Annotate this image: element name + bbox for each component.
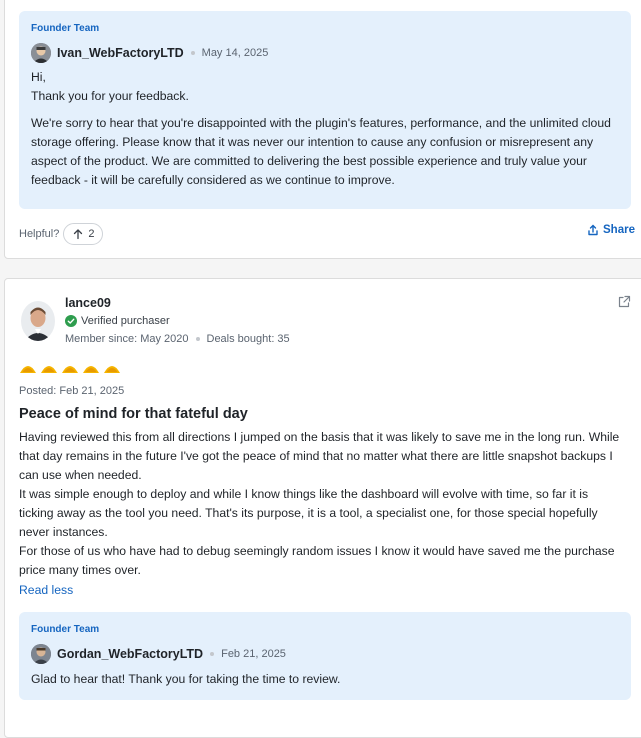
review-card-2: lance09 Verified purchaser Member since:… <box>4 278 641 738</box>
separator-dot <box>210 652 215 656</box>
external-link-icon[interactable] <box>618 295 631 313</box>
share-icon <box>588 224 598 236</box>
separator-dot <box>195 337 200 341</box>
taco-rating-icon <box>62 366 78 373</box>
posted-date: Posted: Feb 21, 2025 <box>19 385 125 397</box>
verified-label: Verified purchaser <box>81 315 170 327</box>
member-meta: Member since: May 2020 Deals bought: 35 <box>65 333 290 345</box>
avatar <box>31 43 51 63</box>
review-paragraph: It was simple enough to deploy and while… <box>19 487 598 539</box>
taco-rating-icon <box>104 366 120 373</box>
founder-team-badge: Founder Team <box>31 23 100 34</box>
founder-team-badge: Founder Team <box>31 624 100 635</box>
reply-author-row: Gordan_WebFactoryLTD Feb 21, 2025 <box>31 644 286 664</box>
verified-purchaser: Verified purchaser <box>65 315 170 327</box>
helpful-label: Helpful? <box>19 228 60 240</box>
review-card-1: Founder Team Ivan_WebFactoryLTD May 14, … <box>4 0 641 259</box>
reply-author-row: Ivan_WebFactoryLTD May 14, 2025 <box>31 43 268 63</box>
read-less-link[interactable]: Read less <box>19 583 73 597</box>
upvote-button[interactable]: 2 <box>63 223 104 245</box>
review-title: Peace of mind for that fateful day <box>19 406 248 422</box>
member-since: Member since: May 2020 <box>65 333 189 345</box>
verified-check-icon <box>65 315 77 327</box>
reply-body: Hi, Thank you for your feedback. We're s… <box>31 68 617 190</box>
avatar[interactable] <box>21 301 55 341</box>
taco-rating-icon <box>83 366 99 373</box>
review-body: Having reviewed this from all directions… <box>19 428 624 580</box>
reply-author-name[interactable]: Gordan_WebFactoryLTD <box>57 647 203 661</box>
founder-reply: Founder Team Ivan_WebFactoryLTD May 14, … <box>19 11 631 209</box>
separator-dot <box>190 51 195 55</box>
taco-rating-icon <box>20 366 36 373</box>
upvote-count: 2 <box>88 228 95 240</box>
avatar <box>31 644 51 664</box>
deals-bought: Deals bought: 35 <box>206 333 290 345</box>
reviewer-name[interactable]: lance09 <box>65 296 111 310</box>
helpful-row: Helpful? 2 <box>19 223 104 245</box>
reply-date: May 14, 2025 <box>201 47 269 59</box>
reply-paragraph: Thank you for your feedback. <box>31 89 189 103</box>
rating-stars <box>19 361 124 375</box>
reply-author-name[interactable]: Ivan_WebFactoryLTD <box>57 46 184 60</box>
reply-paragraph: Glad to hear that! Thank you for taking … <box>31 672 341 686</box>
taco-rating-icon <box>41 366 57 373</box>
share-label: Share <box>603 224 635 236</box>
review-paragraph: For those of us who have had to debug se… <box>19 544 615 577</box>
founder-reply: Founder Team Gordan_WebFactoryLTD Feb 21… <box>19 612 631 700</box>
share-button[interactable]: Share <box>587 224 635 236</box>
reply-paragraph: Hi, <box>31 70 46 84</box>
reply-date: Feb 21, 2025 <box>221 648 286 660</box>
reply-body: Glad to hear that! Thank you for taking … <box>31 670 617 689</box>
reply-paragraph: We're sorry to hear that you're disappoi… <box>31 116 611 187</box>
review-paragraph: Having reviewed this from all directions… <box>19 430 620 482</box>
arrow-up-icon <box>74 229 83 240</box>
